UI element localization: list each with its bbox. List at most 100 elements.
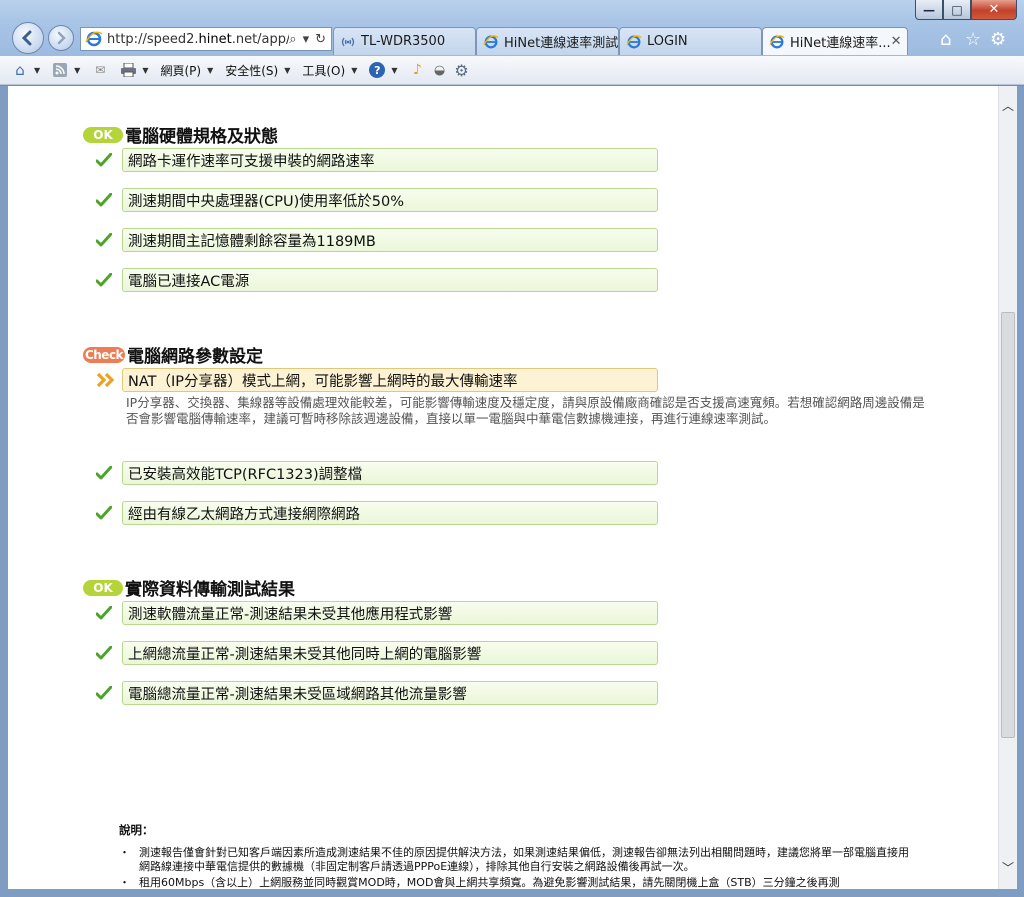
notes-section: 說明： 測速報告僅會針對已知客戶端因素所造成測速結果不佳的原因提供解決方法，如果… [119,822,909,889]
feeds-menu[interactable]: ▼ [52,62,80,78]
forward-button[interactable] [48,25,74,51]
check-result-text: 上網總流量正常-測速結果未受其他同時上網的電腦影響 [122,641,658,665]
check-result-text: 測速期間中央處理器(CPU)使用率低於50% [122,188,658,212]
note-item: 測速報告僅會針對已知客戶端因素所造成測速結果不佳的原因提供解決方法，如果測速結果… [119,846,909,874]
gear-icon: ⚙ [454,60,469,80]
dropdown-arrow-icon: ▼ [391,65,398,75]
vertical-scrollbar[interactable]: ︿ ﹀ [998,86,1017,889]
section-title: 實際資料傳輸測試結果 [125,580,295,600]
settings-button[interactable]: ⚙ [454,60,470,80]
address-url[interactable]: http://speed2.hinet.net/app/s [107,32,289,47]
list-item: 測速期間主記憶體剩餘容量為1189MB [96,228,658,252]
checkmark-icon [96,190,122,210]
scroll-down-arrow-icon[interactable]: ﹀ [999,858,1017,876]
window-frame-left [0,86,8,897]
warning-item: NAT（IP分享器）模式上網，可能影響上網時的最大傳輸速率 [96,368,658,392]
checkmark-icon [96,230,122,250]
maximize-button[interactable]: □ [943,0,971,20]
home-menu[interactable]: ⌂ ▼ [12,61,41,79]
section-network-header: Check 電腦網路參數設定 [83,342,263,367]
list-item: 電腦總流量正常-測速結果未受區域網路其他流量影響 [96,681,658,705]
double-chevron-warning-icon [96,370,122,390]
forward-arrow-icon [57,31,66,45]
mail-icon: ✉ [95,63,106,77]
status-badge-ok: OK [83,579,123,596]
help-menu[interactable]: ? ▼ [369,62,398,78]
section-transfer-header: OK 實際資料傳輸測試結果 [83,575,295,600]
dropdown-arrow-icon: ▼ [284,65,291,75]
research-icon: ♪ [413,62,422,78]
messenger-icon: ◒ [433,62,446,78]
command-bar: ⌂ ▼ ▼ ✉ ▼ 網頁(P) ▼ 安全性(S) ▼ 工具(O) ▼ ? ▼ ♪ ◒ ⚙ [0,56,1024,85]
ie-logo-icon [483,34,499,48]
dropdown-arrow-icon[interactable]: ▾ [303,32,310,47]
home-icon: ⌂ [15,61,25,79]
back-button[interactable] [12,22,44,54]
dropdown-arrow-icon: ▼ [142,65,149,75]
ie-logo-icon [769,34,785,48]
page-menu[interactable]: 網頁(P) ▼ [160,62,213,79]
checkmark-icon [96,270,122,290]
checkmark-icon [96,503,122,523]
dropdown-arrow-icon: ▼ [34,65,41,75]
tab-tl-wdr3500[interactable]: TL-WDR3500 [333,27,476,55]
status-badge-ok: OK [83,126,123,143]
list-item: 上網總流量正常-測速結果未受其他同時上網的電腦影響 [96,641,658,665]
status-badge-check: Check [83,346,125,363]
list-item: 已安裝高效能TCP(RFC1323)調整檔 [96,461,658,485]
tools-menu[interactable]: 工具(O) ▼ [302,62,357,79]
address-bar[interactable]: http://speed2.hinet.net/app/s ⌕ ▾ ↻ [80,27,332,51]
checkmark-icon [96,150,122,170]
check-result-text: 測速軟體流量正常-測速結果未受其他應用程式影響 [122,601,658,625]
section-title: 電腦網路參數設定 [127,347,263,367]
list-item: 網路卡運作速率可支援申裝的網路速率 [96,148,658,172]
close-window-button[interactable]: ✕ [971,0,1017,20]
window-frame-bottom [0,889,1024,897]
notes-title: 說明： [119,823,154,837]
checkmark-icon [96,683,122,703]
scrollbar-thumb[interactable] [1001,312,1015,738]
home-icon[interactable]: ⌂ [940,29,951,50]
print-menu[interactable]: ▼ [120,62,148,78]
checkmark-icon [96,643,122,663]
messenger-button[interactable]: ◒ [432,62,448,78]
section-title: 電腦硬體規格及狀態 [125,127,278,147]
ie-logo-icon [85,31,103,47]
dropdown-arrow-icon: ▼ [74,65,81,75]
scroll-up-arrow-icon[interactable]: ︿ [999,96,1017,114]
checkmark-icon [96,603,122,623]
tab-hinet-active[interactable]: HiNet連線速率... ✕ [762,27,908,55]
research-button[interactable]: ♪ [410,62,426,78]
window-controls: — □ ✕ [915,0,1017,20]
tab-login[interactable]: LOGIN [619,27,762,55]
note-item: 租用60Mbps（含以上）上網服務並同時觀賞MOD時，MOD會與上網共享頻寬。為… [119,876,909,889]
printer-icon [120,62,136,78]
favorites-star-icon[interactable]: ☆ [965,29,981,50]
section-hardware-header: OK 電腦硬體規格及狀態 [83,122,278,147]
page-content: OK 電腦硬體規格及狀態 網路卡運作速率可支援申裝的網路速率 測速期間中央處理器… [8,86,998,889]
settings-gear-icon[interactable]: ⚙ [990,29,1006,50]
list-item: 電腦已連接AC電源 [96,268,658,292]
rss-feed-icon [52,62,68,78]
back-arrow-icon [21,30,32,46]
help-icon: ? [369,62,386,78]
checkmark-icon [96,463,122,483]
check-result-text: 測速期間主記憶體剩餘容量為1189MB [122,228,658,252]
close-tab-icon[interactable]: ✕ [891,34,902,49]
list-item: 測速期間中央處理器(CPU)使用率低於50% [96,188,658,212]
mail-menu[interactable]: ✉ [92,62,108,78]
window-frame-right [1017,86,1024,897]
search-icon[interactable]: ⌕ [289,32,296,47]
dropdown-arrow-icon: ▼ [351,65,358,75]
tab-hinet-speed-test[interactable]: HiNet連線速率測試 [476,27,619,55]
refresh-icon[interactable]: ↻ [315,32,326,47]
list-item: 測速軟體流量正常-測速結果未受其他應用程式影響 [96,601,658,625]
minimize-button[interactable]: — [915,0,943,20]
check-result-text: 電腦已連接AC電源 [122,268,658,292]
dropdown-arrow-icon: ▼ [207,65,214,75]
check-result-text: 經由有線乙太網路方式連接網際網路 [122,501,658,525]
safety-menu[interactable]: 安全性(S) ▼ [225,62,290,79]
check-result-text: 已安裝高效能TCP(RFC1323)調整檔 [122,461,658,485]
notes-list: 測速報告僅會針對已知客戶端因素所造成測速結果不佳的原因提供解決方法，如果測速結果… [119,846,909,889]
warning-description: IP分享器、交換器、集線器等設備處理效能較差，可能影響傳輸速度及穩定度，請與原設… [126,395,925,426]
